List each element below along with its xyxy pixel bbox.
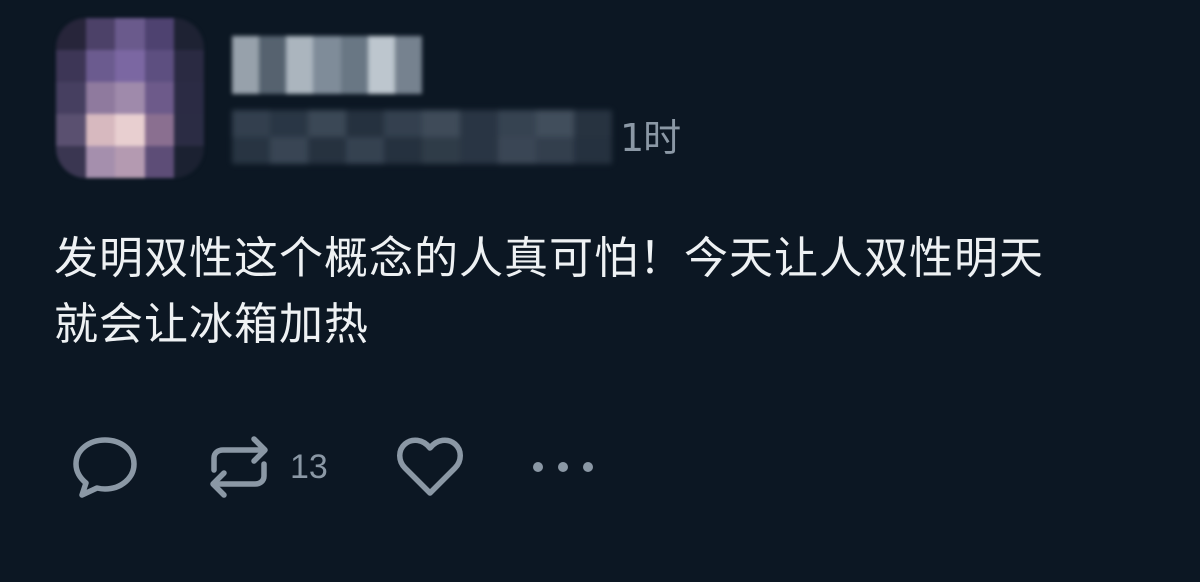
ellipsis-icon [533,462,593,472]
post-body-text: 发明双性这个概念的人真可怕！今天让人双性明天 就会让冰箱加热 [54,233,1044,350]
heart-icon [397,437,463,496]
like-button[interactable] [396,432,464,502]
reply-button[interactable] [70,432,140,502]
handle-redacted [232,110,612,164]
repost-arrows-icon [210,436,268,498]
display-name-redacted[interactable] [232,36,422,94]
avatar[interactable] [56,18,204,178]
more-options-button[interactable] [528,432,598,502]
repost-button[interactable]: 13 [206,432,328,502]
speech-bubble-icon [73,437,137,498]
post-card: 1时 发明双性这个概念的人真可怕！今天让人双性明天 就会让冰箱加热 13 [0,0,1200,582]
repost-count: 13 [290,447,328,486]
post-timestamp: 1时 [620,116,681,160]
